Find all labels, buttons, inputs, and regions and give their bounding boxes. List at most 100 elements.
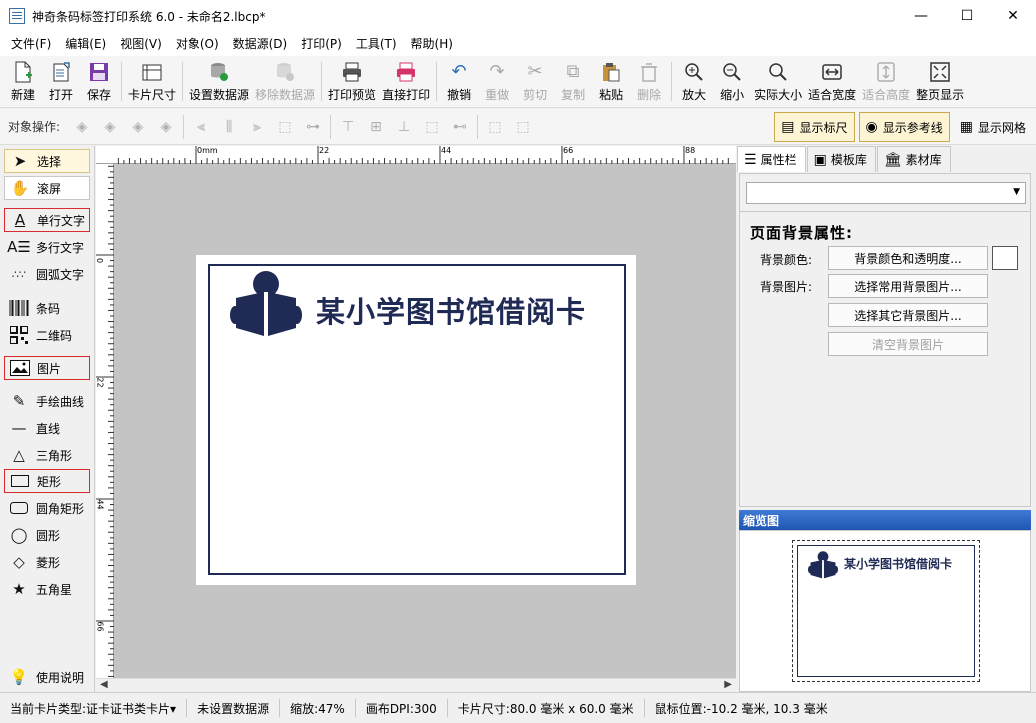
undo-button[interactable]: ↶ 撤销 bbox=[440, 56, 478, 107]
actual-size-button[interactable]: 实际大小 bbox=[751, 56, 805, 107]
print-preview-button[interactable]: 打印预览 bbox=[325, 56, 379, 107]
reading-book-icon bbox=[808, 551, 838, 579]
tool-rounded-rectangle[interactable]: 圆角矩形 bbox=[4, 496, 90, 520]
group-icon[interactable]: ⬚ bbox=[484, 116, 506, 138]
fit-height-button[interactable]: 适合高度 bbox=[859, 56, 913, 107]
cut-button[interactable]: ✂ 剪切 bbox=[516, 56, 554, 107]
layer-up-icon[interactable]: ◈ bbox=[71, 116, 93, 138]
pen-icon: ✎ bbox=[12, 392, 26, 410]
remove-datasource-button[interactable]: 移除数据源 bbox=[252, 56, 318, 107]
scroll-left-icon[interactable]: ◀ bbox=[100, 679, 108, 690]
tool-arc-text[interactable]: ∴∵ 圆弧文字 bbox=[4, 262, 90, 286]
open-button[interactable]: 打开 bbox=[42, 56, 80, 107]
vertical-ruler: 0 22 44 66 bbox=[95, 164, 114, 678]
card-title-text[interactable]: 某小学图书馆借阅卡 bbox=[316, 289, 586, 331]
menu-edit[interactable]: 编辑(E) bbox=[58, 32, 113, 56]
copy-button[interactable]: ⧉ 复制 bbox=[554, 56, 592, 107]
menu-file[interactable]: 文件(F) bbox=[4, 32, 58, 56]
show-guides-toggle[interactable]: ◉ 显示参考线 bbox=[858, 112, 950, 142]
zoom-out-button[interactable]: 缩小 bbox=[713, 56, 751, 107]
delete-button[interactable]: 删除 bbox=[630, 56, 668, 107]
new-button[interactable]: 新建 bbox=[4, 56, 42, 107]
tool-freehand[interactable]: ✎ 手绘曲线 bbox=[4, 389, 90, 413]
tab-assets[interactable]: 🏛 素材库 bbox=[876, 146, 951, 172]
direct-print-button[interactable]: 直接打印 bbox=[379, 56, 433, 107]
status-mouse-position: 鼠标位置:-10.2 毫米, 10.3 毫米 bbox=[654, 701, 828, 716]
common-bg-image-button[interactable]: 选择常用背景图片... bbox=[828, 274, 988, 298]
tool-image[interactable]: 图片 bbox=[4, 356, 90, 380]
scroll-right-icon[interactable]: ▶ bbox=[724, 679, 732, 690]
app-icon bbox=[9, 8, 25, 24]
set-datasource-button[interactable]: 设置数据源 bbox=[186, 56, 252, 107]
other-bg-image-button[interactable]: 选择其它背景图片... bbox=[828, 303, 988, 327]
card-size-button[interactable]: 卡片尺寸 bbox=[125, 56, 179, 107]
tool-circle[interactable]: ◯ 圆形 bbox=[4, 523, 90, 547]
ungroup-icon[interactable]: ⬚ bbox=[512, 116, 534, 138]
menu-help[interactable]: 帮助(H) bbox=[404, 32, 460, 56]
tool-multi-line-text[interactable]: A☰ 多行文字 bbox=[4, 235, 90, 259]
tool-diamond[interactable]: ◇ 菱形 bbox=[4, 550, 90, 574]
reading-book-icon[interactable] bbox=[230, 270, 302, 338]
tool-triangle[interactable]: △ 三角形 bbox=[4, 443, 90, 467]
label-card[interactable]: 某小学图书馆借阅卡 bbox=[196, 255, 636, 585]
align-right-icon[interactable]: ⫸ bbox=[246, 116, 268, 138]
bg-color-label: 背景颜色: bbox=[760, 253, 813, 267]
menu-print[interactable]: 打印(P) bbox=[294, 32, 349, 56]
align-bottom-icon[interactable]: ⊥ bbox=[393, 116, 415, 138]
bg-color-button[interactable]: 背景颜色和透明度... bbox=[828, 246, 988, 270]
tool-select[interactable]: ➤ 选择 bbox=[4, 149, 90, 173]
thumbnail-card[interactable]: 某小学图书馆借阅卡 bbox=[792, 540, 980, 682]
grid-icon: ▦ bbox=[959, 119, 973, 135]
help-guide-button[interactable]: 💡 使用说明 bbox=[4, 665, 90, 689]
align-middle-icon[interactable]: ⊞ bbox=[365, 116, 387, 138]
new-file-icon bbox=[11, 60, 35, 84]
menu-view[interactable]: 视图(V) bbox=[113, 32, 169, 56]
align-center-icon[interactable]: ⫼ bbox=[218, 116, 240, 138]
tool-rectangle[interactable]: 矩形 bbox=[4, 469, 90, 493]
print-preview-icon bbox=[340, 60, 364, 84]
zoom-in-button[interactable]: 放大 bbox=[675, 56, 713, 107]
thumbnail-panel[interactable]: 某小学图书馆借阅卡 bbox=[739, 530, 1031, 692]
distribute-horizontal-icon[interactable]: ⊶ bbox=[302, 116, 324, 138]
layer-top-icon[interactable]: ◈ bbox=[99, 116, 121, 138]
show-grid-toggle[interactable]: ▦ 显示网格 bbox=[954, 112, 1032, 142]
database-icon bbox=[207, 60, 231, 84]
card-size-icon bbox=[140, 60, 164, 84]
fit-width-button[interactable]: 适合宽度 bbox=[805, 56, 859, 107]
close-button[interactable]: ✕ bbox=[990, 0, 1036, 32]
object-selector-dropdown[interactable]: ▼ bbox=[746, 182, 1026, 204]
tab-templates[interactable]: ▣ 模板库 bbox=[806, 146, 876, 172]
distribute-vertical-icon[interactable]: ⊷ bbox=[449, 116, 471, 138]
tool-line[interactable]: — 直线 bbox=[4, 416, 90, 440]
align-left-icon[interactable]: ⫷ bbox=[190, 116, 212, 138]
tool-qrcode[interactable]: 二维码 bbox=[4, 323, 90, 347]
bg-color-swatch[interactable] bbox=[992, 246, 1018, 270]
list-icon: ☰ bbox=[744, 151, 757, 168]
layer-bottom-icon[interactable]: ◈ bbox=[155, 116, 177, 138]
fit-page-button[interactable]: 整页显示 bbox=[913, 56, 967, 107]
same-width-icon[interactable]: ⬚ bbox=[274, 116, 296, 138]
design-canvas[interactable]: 某小学图书馆借阅卡 bbox=[114, 164, 736, 678]
maximize-button[interactable]: ☐ bbox=[944, 0, 990, 32]
layer-down-icon[interactable]: ◈ bbox=[127, 116, 149, 138]
tool-single-line-text[interactable]: A 单行文字 bbox=[4, 208, 90, 232]
tool-star[interactable]: ★ 五角星 bbox=[4, 577, 90, 601]
menu-datasource[interactable]: 数据源(D) bbox=[226, 32, 295, 56]
align-top-icon[interactable]: ⊤ bbox=[337, 116, 359, 138]
minimize-button[interactable]: — bbox=[898, 0, 944, 32]
paste-button[interactable]: 粘贴 bbox=[592, 56, 630, 107]
single-text-icon: A bbox=[14, 211, 26, 229]
clear-bg-image-button[interactable]: 清空背景图片 bbox=[828, 332, 988, 356]
save-button[interactable]: 保存 bbox=[80, 56, 118, 107]
horizontal-scrollbar[interactable]: ◀ ▶ bbox=[96, 678, 736, 692]
tool-scroll[interactable]: ✋ 滚屏 bbox=[4, 176, 90, 200]
status-card-type[interactable]: 当前卡片类型:证卡证书类卡片▾ bbox=[0, 699, 188, 717]
same-height-icon[interactable]: ⬚ bbox=[421, 116, 443, 138]
menu-tools[interactable]: 工具(T) bbox=[349, 32, 404, 56]
tab-properties[interactable]: ☰ 属性栏 bbox=[737, 146, 806, 172]
tool-barcode[interactable]: 条码 bbox=[4, 296, 90, 320]
redo-button[interactable]: ↷ 重做 bbox=[478, 56, 516, 107]
main-toolbar: 新建 打开 保存 卡片尺寸 设置数据源 移除数据源 打印预览 直接打印 ↶ 撤销… bbox=[0, 56, 1036, 108]
menu-object[interactable]: 对象(O) bbox=[169, 32, 226, 56]
show-ruler-toggle[interactable]: ▤ 显示标尺 bbox=[774, 112, 855, 142]
